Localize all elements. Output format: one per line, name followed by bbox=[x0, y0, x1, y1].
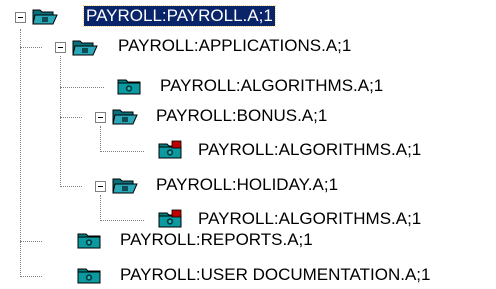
tree-guide-line bbox=[100, 220, 144, 221]
closed-folder-icon bbox=[116, 76, 142, 96]
tree-guide-line bbox=[20, 47, 42, 48]
collapse-toggle[interactable] bbox=[15, 12, 26, 23]
tree-node-label[interactable]: PAYROLL:APPLICATIONS.A;1 bbox=[116, 36, 353, 56]
tree-guide-line bbox=[20, 276, 42, 277]
collapse-toggle[interactable] bbox=[55, 42, 66, 53]
open-folder-icon bbox=[32, 7, 58, 27]
tree-guide-line bbox=[60, 117, 82, 118]
open-folder-icon bbox=[112, 107, 138, 127]
tree-guide-line bbox=[100, 151, 144, 152]
tree-guide-line bbox=[60, 186, 82, 187]
folder-tree: PAYROLL:PAYROLL.A;1 PAYROLL:APPLICATIONS… bbox=[0, 0, 496, 289]
tree-node-label[interactable]: PAYROLL:REPORTS.A;1 bbox=[118, 230, 315, 250]
tree-guide-line bbox=[20, 29, 21, 277]
tree-guide-line bbox=[100, 195, 101, 221]
collapse-toggle[interactable] bbox=[95, 112, 106, 123]
tree-guide-line bbox=[20, 241, 42, 242]
closed-folder-icon bbox=[76, 265, 102, 285]
tree-node-label[interactable]: PAYROLL:USER DOCUMENTATION.A;1 bbox=[118, 265, 432, 285]
closed-folder-icon bbox=[76, 230, 102, 250]
tree-guide-line bbox=[60, 87, 104, 88]
tree-node-label[interactable]: PAYROLL:PAYROLL.A;1 bbox=[83, 5, 276, 27]
tree-node-label[interactable]: PAYROLL:HOLIDAY.A;1 bbox=[154, 175, 340, 195]
tree-node-label[interactable]: PAYROLL:BONUS.A;1 bbox=[154, 106, 329, 126]
tree-node-label[interactable]: PAYROLL:ALGORITHMS.A;1 bbox=[196, 209, 423, 229]
tree-guide-line bbox=[100, 126, 101, 152]
open-folder-icon bbox=[112, 176, 138, 196]
collapse-toggle[interactable] bbox=[95, 181, 106, 192]
closed-folder-with-red-badge-icon bbox=[157, 209, 183, 229]
tree-guide-line bbox=[60, 56, 61, 187]
tree-node-label[interactable]: PAYROLL:ALGORITHMS.A;1 bbox=[196, 140, 423, 160]
tree-node-label[interactable]: PAYROLL:ALGORITHMS.A;1 bbox=[158, 76, 385, 96]
closed-folder-with-red-badge-icon bbox=[157, 140, 183, 160]
open-folder-icon bbox=[72, 38, 98, 58]
